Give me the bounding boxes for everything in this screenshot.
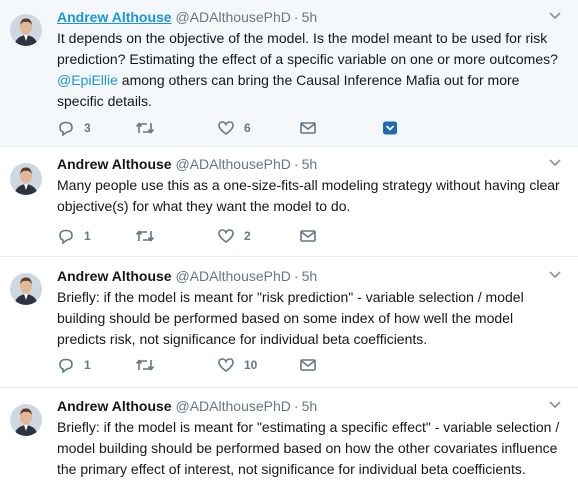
tweet-header: Andrew Althouse @ADAlthousePhD · 5h	[57, 8, 564, 26]
retweet-button[interactable]	[135, 120, 217, 136]
tweet[interactable]: Andrew Althouse @ADAlthousePhD · 5h Briefl…	[0, 388, 578, 495]
author-name[interactable]: Andrew Althouse	[57, 398, 172, 414]
tweet-text: Briefly: if the model is meant for "risk…	[57, 289, 524, 347]
chevron-down-icon[interactable]	[548, 267, 564, 283]
reply-button[interactable]: 3	[57, 120, 135, 136]
bookmark-button[interactable]	[381, 120, 399, 136]
tweet-text-part: It depends on the objective of the model…	[57, 30, 558, 67]
tweet-header: Andrew Althouse @ADAlthousePhD · 5h	[57, 155, 564, 173]
retweet-icon	[135, 359, 155, 371]
tweet-text: Briefly: if the model is meant for "esti…	[57, 419, 560, 477]
separator-dot: ·	[293, 156, 299, 172]
timestamp[interactable]: 5h	[302, 398, 318, 414]
like-count: 6	[244, 121, 251, 135]
reply-icon	[59, 229, 73, 244]
tweet[interactable]: Andrew Althouse @ADAlthousePhD · 5h It dep…	[0, 0, 578, 147]
envelope-icon	[300, 359, 316, 371]
retweet-icon	[135, 230, 155, 242]
like-count: 10	[244, 358, 258, 372]
author-name[interactable]: Andrew Althouse	[57, 268, 172, 284]
like-button[interactable]: 6	[217, 120, 299, 136]
retweet-icon	[135, 122, 155, 134]
envelope-icon	[300, 230, 316, 242]
reply-icon	[59, 121, 73, 136]
author-handle[interactable]: @ADAlthousePhD	[176, 9, 291, 25]
retweet-button[interactable]	[135, 228, 217, 244]
tweet-text: It depends on the objective of the model…	[57, 28, 564, 112]
tweet-text-part: among others can bring the Causal Infere…	[57, 72, 520, 109]
retweet-button[interactable]	[135, 357, 217, 373]
avatar[interactable]	[10, 14, 42, 46]
author-name[interactable]: Andrew Althouse	[57, 156, 172, 172]
heart-icon	[218, 229, 234, 243]
timestamp[interactable]: 5h	[302, 156, 318, 172]
dm-button[interactable]	[299, 120, 381, 136]
author-name[interactable]: Andrew Althouse	[57, 9, 172, 25]
reply-button[interactable]: 1	[57, 228, 135, 244]
separator-dot: ·	[293, 398, 299, 414]
separator-dot: ·	[293, 268, 299, 284]
separator-dot: ·	[293, 9, 299, 25]
reply-icon	[59, 358, 73, 373]
tweet-header: Andrew Althouse @ADAlthousePhD · 5h	[57, 397, 564, 415]
reply-count: 3	[84, 121, 91, 135]
heart-icon	[218, 121, 234, 135]
author-handle[interactable]: @ADAlthousePhD	[176, 398, 291, 414]
author-handle[interactable]: @ADAlthousePhD	[176, 268, 291, 284]
like-button[interactable]: 10	[217, 357, 299, 373]
envelope-icon	[300, 122, 316, 134]
reply-count: 1	[84, 229, 91, 243]
like-count: 2	[244, 229, 251, 243]
tweet-header: Andrew Althouse @ADAlthousePhD · 5h	[57, 267, 564, 285]
chevron-down-icon[interactable]	[548, 8, 564, 24]
bookmark-icon	[383, 121, 397, 135]
tweet-thread: Andrew Althouse @ADAlthousePhD · 5h It dep…	[0, 0, 578, 495]
timestamp[interactable]: 5h	[302, 268, 318, 284]
chevron-down-icon[interactable]	[548, 397, 564, 413]
tweet[interactable]: Andrew Althouse @ADAlthousePhD · 5h Many p…	[0, 147, 578, 257]
author-handle[interactable]: @ADAlthousePhD	[176, 156, 291, 172]
reply-count: 1	[84, 358, 91, 372]
dm-button[interactable]	[299, 357, 381, 373]
like-button[interactable]: 2	[217, 228, 299, 244]
avatar[interactable]	[10, 163, 42, 195]
reply-button[interactable]: 1	[57, 357, 135, 373]
tweet-actions: 1 2	[57, 227, 381, 245]
heart-icon	[218, 358, 234, 372]
dm-button[interactable]	[299, 228, 381, 244]
avatar[interactable]	[10, 404, 42, 436]
tweet[interactable]: Andrew Althouse @ADAlthousePhD · 5h Briefl…	[0, 257, 578, 388]
tweet-actions: 1 10	[57, 356, 381, 374]
timestamp[interactable]: 5h	[302, 9, 318, 25]
avatar[interactable]	[10, 273, 42, 305]
mention-link[interactable]: @EpiEllie	[57, 72, 118, 88]
chevron-down-icon[interactable]	[548, 155, 564, 171]
tweet-text: Many people use this as a one-size-fits-…	[57, 177, 560, 214]
tweet-actions: 3 6	[57, 119, 399, 137]
